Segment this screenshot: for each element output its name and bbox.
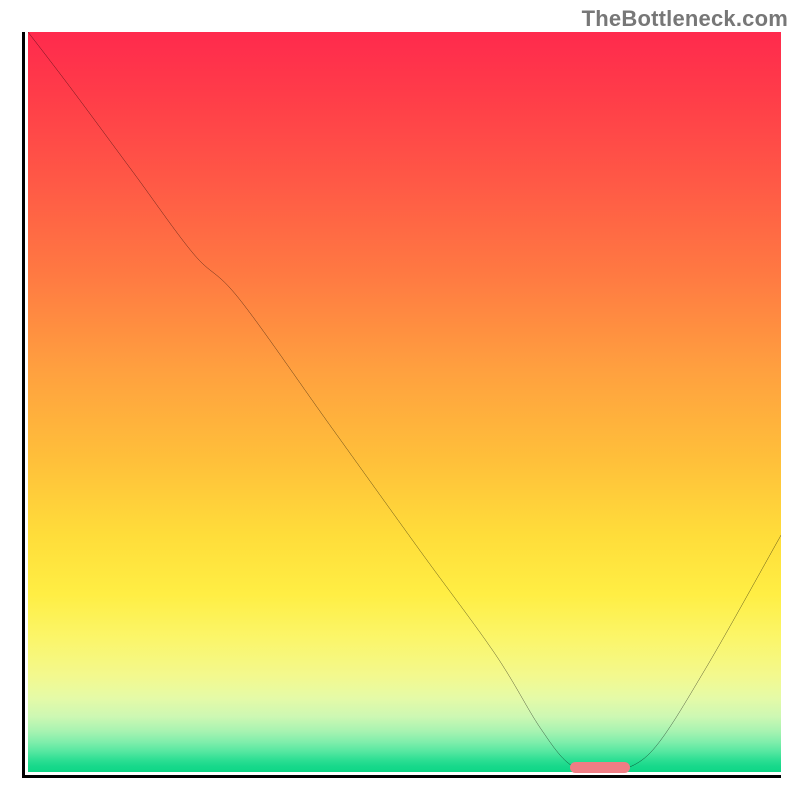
optimal-range-marker (570, 762, 630, 773)
chart-container: TheBottleneck.com (0, 0, 800, 800)
plot-area (28, 32, 781, 772)
watermark-text: TheBottleneck.com (582, 6, 788, 32)
bottleneck-curve (28, 32, 781, 772)
plot-frame (22, 32, 781, 778)
